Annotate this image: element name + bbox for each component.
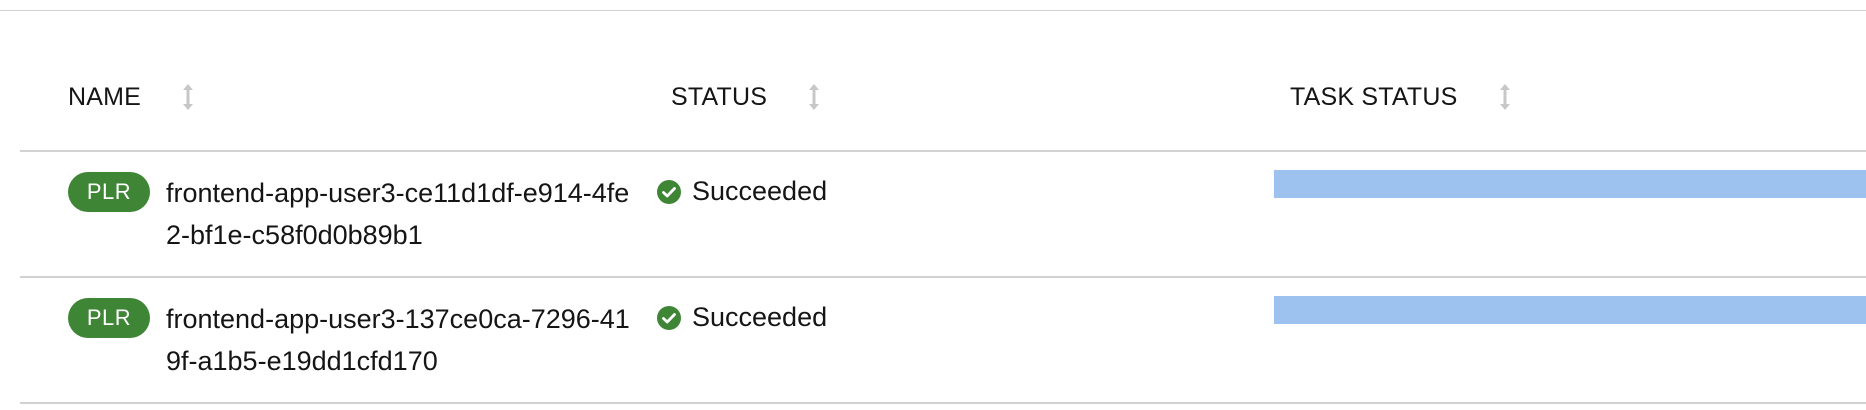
task-status-fill xyxy=(1274,170,1866,198)
sort-icon[interactable] xyxy=(181,82,195,112)
table-header: NAME STATUS TASK STATUS xyxy=(20,60,1866,150)
check-circle-icon xyxy=(657,179,681,204)
pipeline-runs-table: NAME STATUS TASK STATUS PLR frontend-app… xyxy=(0,0,1866,410)
pipeline-run-link[interactable]: frontend-app-user3-137ce0ca-7296-419f-a1… xyxy=(166,298,636,382)
status-cell: Succeeded xyxy=(656,176,827,207)
column-header-name[interactable]: NAME xyxy=(68,82,195,112)
task-status-bar[interactable] xyxy=(1274,296,1866,324)
status-cell: Succeeded xyxy=(656,302,827,333)
check-circle-icon xyxy=(657,305,681,330)
status-label: Succeeded xyxy=(692,302,828,332)
sort-icon[interactable] xyxy=(807,82,821,112)
column-header-task-status[interactable]: TASK STATUS xyxy=(1290,82,1512,112)
status-label: Succeeded xyxy=(692,176,828,206)
pipeline-run-link[interactable]: frontend-app-user3-ce11d1df-e914-4fe2-bf… xyxy=(166,172,636,256)
table-row: PLR frontend-app-user3-ce11d1df-e914-4fe… xyxy=(20,152,1866,278)
top-divider xyxy=(0,10,1866,11)
column-header-label: TASK STATUS xyxy=(1290,82,1458,111)
task-status-fill xyxy=(1274,296,1866,324)
sort-icon[interactable] xyxy=(1498,82,1512,112)
task-status-bar[interactable] xyxy=(1274,170,1866,198)
column-header-status[interactable]: STATUS xyxy=(671,82,821,112)
column-header-label: STATUS xyxy=(671,82,768,111)
resource-badge: PLR xyxy=(68,298,150,338)
column-header-label: NAME xyxy=(68,82,142,111)
table-row: PLR frontend-app-user3-137ce0ca-7296-419… xyxy=(20,278,1866,404)
resource-badge: PLR xyxy=(68,172,150,212)
